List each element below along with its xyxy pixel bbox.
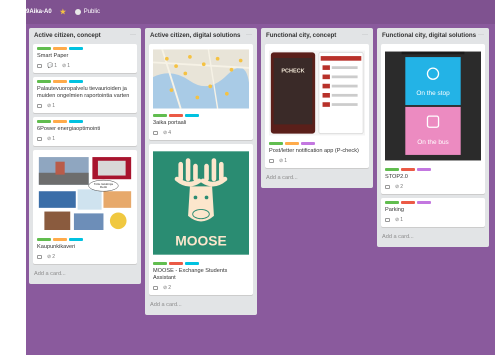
label-orange [53,119,67,123]
card-6power[interactable]: 6Power energiaoptimointi ⊘ 1 [33,116,137,146]
label-blue [69,237,83,241]
card-kaupunkikaveri[interactable]: Tolle liekkiinja Reitti Kaupunkikaveri ⊘… [33,149,137,264]
globe-icon[interactable] [74,9,81,15]
add-card-link[interactable]: Add a card... [149,299,253,311]
board-header: s 9Aika-A0 ★ Public [2,0,495,24]
label-blue [69,79,83,83]
label-blue [69,46,83,50]
board-name[interactable]: 9Aika-A0 [26,9,52,15]
panel-bus-text: On the bus [417,138,449,145]
label-green [385,200,399,204]
label-red [169,113,183,117]
board-canvas: s 9Aika-A0 ★ Public Active citizen, conc… [2,0,495,355]
attachment-badge: ⊘ 1 [395,216,403,223]
card-smart-paper[interactable]: Smart Paper 💬 1 ⊘ 1 [33,43,137,73]
attachment-badge: ⊘ 4 [163,129,171,136]
speech-bubble-text-2: Reitti [100,185,107,189]
card-stop2[interactable]: On the stop On the bus STOP2.0 ⊘ 2 [381,43,485,194]
card-title: STOP2.0 [385,173,408,180]
list-functional-city-concept: Functional city, concept ··· PCHECK Post… [261,28,373,188]
list-active-citizen-concept: Active citizen, concept ··· Smart Paper … [29,28,141,284]
label-purple [417,200,431,204]
attachment-badge: ⊘ 1 [62,62,70,69]
visibility-label[interactable]: Public [84,9,100,15]
label-purple [301,141,315,145]
panel-stop-text: On the stop [416,89,450,96]
description-badge [153,130,158,135]
list-menu-icon[interactable]: ··· [246,32,252,40]
list-title[interactable]: Functional city, digital solutions [382,32,476,40]
label-green [37,237,51,241]
list-menu-icon[interactable]: ··· [478,32,484,40]
description-badge [385,217,390,222]
label-orange [53,237,67,241]
card-title: 6Power energiaoptimointi [37,125,101,132]
card-moose[interactable]: MOOSE MOOSE - Exchange Students Assistan… [149,143,253,295]
card-title: Palautevuoropalvelu tievaurioiden ja mui… [37,85,130,99]
card-parking[interactable]: Parking ⊘ 1 [381,197,485,227]
label-blue [185,261,199,265]
label-blue [185,113,199,117]
label-green [37,46,51,50]
label-blue [69,119,83,123]
label-green [153,261,167,265]
list-title[interactable]: Active citizen, digital solutions [150,32,240,40]
card-cover-image: Tolle liekkiinja Reitti [37,155,133,232]
description-badge [37,103,42,108]
card-title: Post/letter notification app (P-check) [269,147,359,154]
card-3aika-portaali[interactable]: 3aika portaali ⊘ 4 [149,43,253,140]
pcheck-logo-text: PCHECK [281,68,304,74]
attachment-badge: ⊘ 2 [47,253,55,260]
label-green [153,113,167,117]
list-functional-city-digital: Functional city, digital solutions ··· O… [377,28,489,247]
attachment-badge: ⊘ 2 [163,284,171,291]
label-orange [53,79,67,83]
add-card-link[interactable]: Add a card... [381,231,485,243]
card-cover-map [153,48,249,109]
card-title: Kaupunkikaveri [37,243,76,250]
label-red [401,200,415,204]
label-green [385,167,399,171]
card-cover-pcheck: PCHECK [269,50,365,135]
add-card-link[interactable]: Add a card... [265,172,369,184]
label-red [401,167,415,171]
card-title: 3aika portaali [153,119,187,126]
moose-logo-text: MOOSE [175,232,226,248]
label-green [269,141,283,145]
card-title: Parking [385,206,404,213]
description-badge [37,63,42,68]
list-title[interactable]: Active citizen, concept [34,32,101,40]
attachment-badge: ⊘ 1 [279,157,287,164]
card-cover-stop2: On the stop On the bus [385,51,481,160]
list-title[interactable]: Functional city, concept [266,32,336,40]
comments-badge: 💬 1 [47,62,58,69]
label-green [37,119,51,123]
label-orange [285,141,299,145]
card-title: MOOSE - Exchange Students Assistant [153,267,228,281]
card-cover-moose-logo: MOOSE [153,150,249,255]
label-purple [417,167,431,171]
description-badge [37,136,42,141]
label-orange [53,46,67,50]
star-icon[interactable]: ★ [60,9,67,16]
attachment-badge: ⊘ 2 [395,183,403,190]
description-badge [269,158,274,163]
description-badge [385,184,390,189]
attachment-badge: ⊘ 1 [47,135,55,142]
list-active-citizen-digital: Active citizen, digital solutions ··· 3a… [145,28,257,315]
card-title: Smart Paper [37,52,69,59]
description-badge [153,285,158,290]
label-red [169,261,183,265]
description-badge [37,254,42,259]
list-menu-icon[interactable]: ··· [130,32,136,40]
attachment-badge: ⊘ 1 [47,102,55,109]
card-pcheck[interactable]: PCHECK Post/letter notification app (P-c… [265,43,369,168]
card-palautevuoropalvelu[interactable]: Palautevuoropalvelu tievaurioiden ja mui… [33,76,137,113]
header-fragment: s [2,9,6,15]
list-menu-icon[interactable]: ··· [362,32,368,40]
label-green [37,79,51,83]
add-card-link[interactable]: Add a card... [33,268,137,280]
